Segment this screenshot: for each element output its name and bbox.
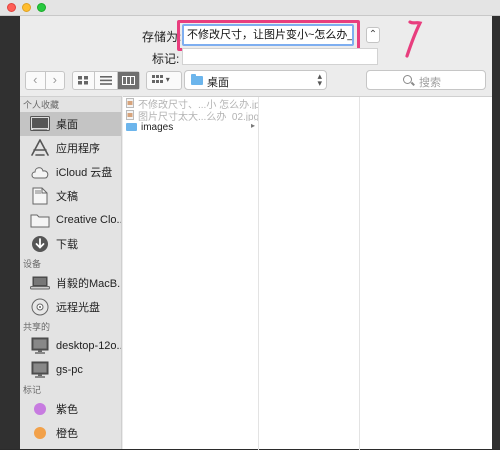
- laptop-icon: [30, 274, 50, 292]
- file-column-empty: [260, 97, 360, 450]
- disc-icon: [30, 298, 50, 316]
- sidebar-item-label: 远程光盘: [56, 302, 100, 314]
- tag-dot-icon: [30, 424, 50, 442]
- location-popup[interactable]: 桌面 ▴ ▾: [184, 70, 327, 90]
- folder-item-images[interactable]: images ▸: [123, 121, 258, 133]
- sidebar-item-desktop-12o[interactable]: desktop-12o...: [20, 334, 121, 358]
- search-field[interactable]: 搜索: [366, 70, 486, 90]
- list-icon: [99, 76, 112, 85]
- annotation-pen-stroke: [405, 20, 423, 58]
- sidebar-item-desktop[interactable]: 桌面: [20, 112, 121, 136]
- forward-button[interactable]: ›: [44, 72, 65, 89]
- folder-icon: [191, 74, 203, 85]
- sidebar: 个人收藏 桌面 应用程序 iCloud 云盘 文稿 Creative Clo..…: [20, 96, 122, 449]
- back-button[interactable]: ‹: [26, 72, 45, 89]
- file-name: 图片尺寸太大...么办_02.jpg: [138, 111, 258, 122]
- document-icon: [30, 187, 50, 205]
- file-browser: 不修改尺寸、...小 怎么办.jpg 图片尺寸太大...么办_02.jpg im…: [123, 96, 492, 450]
- columns-icon: [121, 76, 135, 85]
- sidebar-item-documents[interactable]: 文稿: [20, 184, 121, 208]
- folder-icon: [126, 123, 137, 131]
- applications-icon: [30, 139, 50, 157]
- sidebar-section-shared: 共享的: [23, 322, 51, 332]
- nav-buttons: ‹ ›: [25, 71, 65, 90]
- icon-view-button[interactable]: [73, 72, 94, 89]
- file-column: 不修改尺寸、...小 怎么办.jpg 图片尺寸太大...么办_02.jpg im…: [123, 97, 259, 450]
- sidebar-item-applications[interactable]: 应用程序: [20, 136, 121, 160]
- sidebar-section-devices: 设备: [23, 259, 42, 269]
- title-bar: [0, 0, 500, 16]
- sidebar-item-label: gs-pc: [56, 364, 83, 376]
- image-file-icon: [126, 98, 134, 108]
- image-file-icon: [126, 110, 134, 120]
- sidebar-item-label: 文稿: [56, 191, 78, 203]
- desktop-icon: [30, 115, 50, 133]
- app-window: 存储为: 不修改尺寸，让图片变小~怎么办_02.jpg ⌃ 标记: ‹ ›: [0, 0, 500, 450]
- file-name: images: [141, 121, 174, 133]
- search-icon: [403, 75, 412, 84]
- sidebar-item-label: Creative Clo...: [56, 214, 121, 226]
- sidebar-item-label: 下载: [56, 239, 78, 251]
- save-as-label: 存储为:: [142, 30, 182, 44]
- list-view-button[interactable]: [94, 72, 116, 89]
- tag-dot-icon: [30, 400, 50, 418]
- file-item[interactable]: 图片尺寸太大...么办_02.jpg: [123, 109, 258, 121]
- zoom-window-button[interactable]: [37, 3, 46, 12]
- view-mode-buttons: [72, 71, 140, 90]
- sidebar-item-macbook[interactable]: 肖毅的MacB...: [20, 271, 121, 295]
- sidebar-item-gs-pc[interactable]: gs-pc: [20, 358, 121, 382]
- sidebar-section-favorites: 个人收藏: [23, 100, 60, 110]
- sidebar-item-icloud[interactable]: iCloud 云盘: [20, 160, 121, 184]
- download-icon: [30, 235, 50, 253]
- sidebar-item-label: desktop-12o...: [56, 340, 121, 352]
- arrange-grid-icon: [152, 74, 163, 83]
- background-window-edge: [0, 16, 20, 449]
- monitor-icon: [30, 337, 50, 355]
- folder-icon: [30, 211, 50, 229]
- close-window-button[interactable]: [7, 3, 16, 12]
- updown-chevron-icon: ▴ ▾: [317, 71, 322, 88]
- tags-label: 标记:: [152, 52, 180, 66]
- minimize-window-button[interactable]: [22, 3, 31, 12]
- chevron-right-icon: ▸: [250, 121, 255, 130]
- cloud-icon: [30, 163, 50, 181]
- sidebar-item-label: 肖毅的MacB...: [56, 278, 121, 290]
- sidebar-item-tag-purple[interactable]: 紫色: [20, 397, 121, 421]
- monitor-icon: [30, 361, 50, 379]
- sidebar-item-label: 桌面: [56, 119, 78, 131]
- search-placeholder: 搜索: [419, 77, 441, 89]
- grid-icon: [78, 76, 89, 85]
- arrange-button[interactable]: ▾: [146, 71, 182, 90]
- annotation-highlight-box: [177, 20, 360, 51]
- background-window-edge-right: [492, 16, 500, 449]
- toolbar: ‹ › ▾ 桌面 ▴ ▾ 搜索: [20, 70, 492, 92]
- sidebar-item-creative-cloud[interactable]: Creative Clo...: [20, 208, 121, 232]
- sidebar-item-remote-disc[interactable]: 远程光盘: [20, 295, 121, 319]
- sidebar-item-label: iCloud 云盘: [56, 167, 113, 179]
- tags-input[interactable]: [182, 48, 378, 65]
- sidebar-item-tag-orange[interactable]: 橙色: [20, 421, 121, 445]
- file-item[interactable]: 不修改尺寸、...小 怎么办.jpg: [123, 97, 258, 109]
- sidebar-item-downloads[interactable]: 下载: [20, 232, 121, 256]
- sidebar-item-label: 应用程序: [56, 143, 100, 155]
- sidebar-section-tags: 标记: [23, 385, 42, 395]
- sidebar-item-label: 橙色: [56, 428, 78, 440]
- column-view-button[interactable]: [116, 72, 139, 89]
- location-label: 桌面: [207, 77, 229, 89]
- sidebar-item-label: 紫色: [56, 404, 78, 416]
- file-name: 不修改尺寸、...小 怎么办.jpg: [138, 99, 258, 110]
- save-dialog: 存储为: 不修改尺寸，让图片变小~怎么办_02.jpg ⌃ 标记: ‹ ›: [20, 16, 492, 450]
- expand-dialog-button[interactable]: ⌃: [366, 27, 380, 43]
- chevron-down-icon: ▾: [165, 75, 170, 84]
